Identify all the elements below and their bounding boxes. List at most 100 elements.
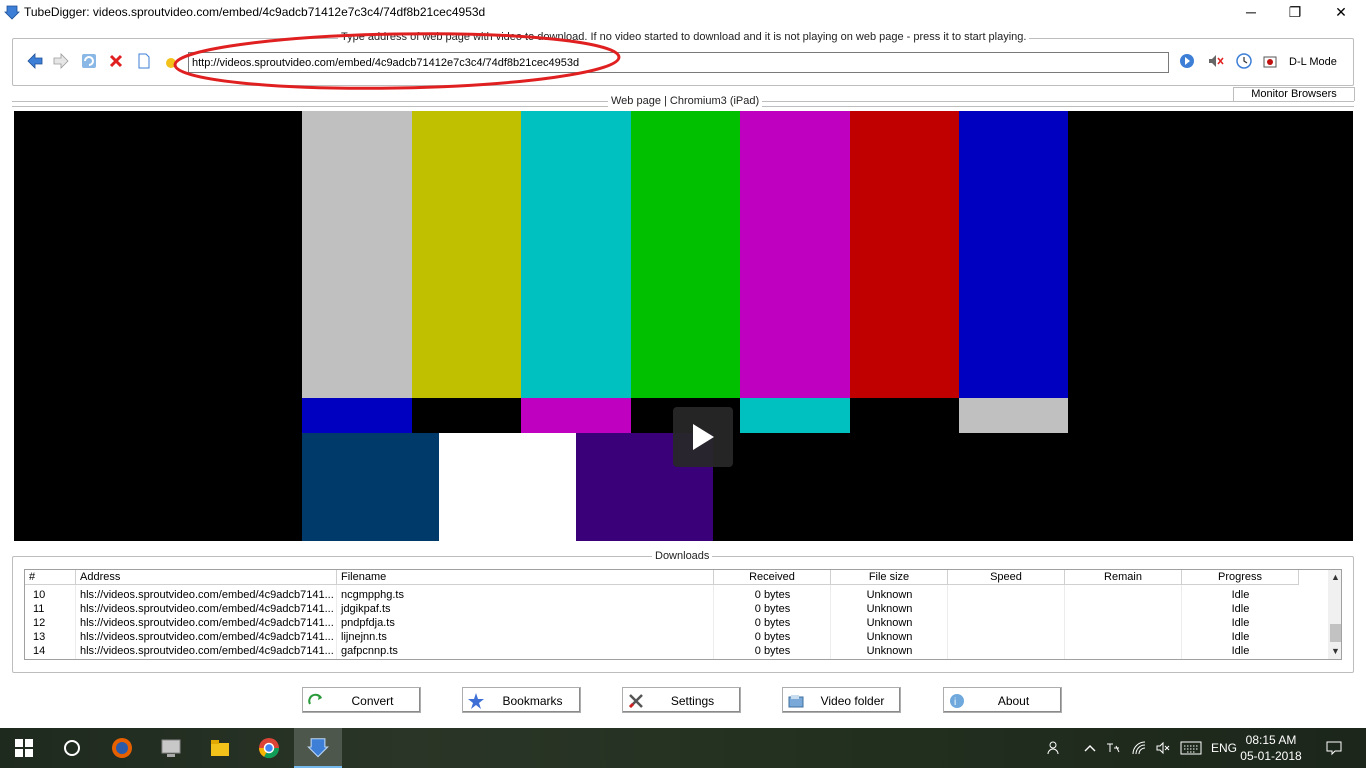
web-page-label: Web page | Chromium3 (iPad) (608, 95, 763, 107)
title-bar: TubeDigger: videos.sproutvideo.com/embed… (0, 0, 1366, 24)
chrome-icon[interactable] (245, 728, 293, 768)
go-icon[interactable] (1178, 52, 1196, 70)
column-header[interactable]: Speed (948, 570, 1065, 585)
windows-start-icon[interactable] (0, 728, 48, 768)
color-bar-mid (521, 398, 631, 433)
play-button[interactable] (673, 407, 733, 467)
table-cell-progress: Idle (1231, 603, 1250, 615)
table-cell-size: Unknown (866, 603, 913, 615)
column-header[interactable]: # (25, 570, 76, 585)
wifi-icon[interactable] (1128, 728, 1150, 768)
column-header[interactable]: Received (714, 570, 831, 585)
restore-button[interactable]: ❐ (1272, 0, 1318, 24)
minimize-button[interactable]: ─ (1228, 0, 1274, 24)
table-cell-size: Unknown (866, 617, 913, 629)
convert-button[interactable]: Convert (302, 687, 421, 713)
table-cell-speed (948, 588, 1065, 602)
column-header[interactable]: Progress (1182, 570, 1299, 585)
color-bar-bottom (713, 433, 1066, 541)
clock-icon[interactable] (1235, 52, 1253, 70)
dl-mode-button[interactable]: D-L Mode (1262, 52, 1337, 72)
scroll-down-arrow-icon[interactable]: ▼ (1328, 644, 1341, 659)
column-header[interactable]: Filename (337, 570, 714, 585)
table-row[interactable]: 13 hls://videos.sproutvideo.com/embed/4c9… (25, 630, 1325, 644)
table-cell-progress: Idle (1231, 589, 1250, 601)
table-cell-filename: pndpfdja.ts (341, 617, 395, 629)
table-cell-num: 14 (33, 645, 46, 657)
record-icon (1263, 56, 1277, 68)
color-bar-mid (849, 398, 959, 433)
table-cell-size: Unknown (866, 645, 913, 657)
chevron-up-icon[interactable] (1080, 728, 1100, 768)
clock[interactable]: 08:15 AM 05-01-2018 (1236, 732, 1306, 764)
table-cell-remain (1065, 630, 1182, 644)
table-row[interactable]: 10 hls://videos.sproutvideo.com/embed/4c9… (25, 588, 1325, 602)
column-header[interactable]: File size (831, 570, 948, 585)
table-cell-num: 12 (33, 617, 46, 629)
table-row[interactable]: 11 hls://videos.sproutvideo.com/embed/4c9… (25, 602, 1325, 616)
star-icon (468, 693, 484, 709)
table-cell-filename: ncgmpphg.ts (341, 589, 404, 601)
stop-icon[interactable] (107, 52, 125, 70)
bookmarks-button[interactable]: Bookmarks (462, 687, 581, 713)
about-icon: i (950, 694, 964, 708)
tubedigger-icon[interactable] (294, 728, 342, 768)
volume-mute-icon[interactable] (1152, 728, 1174, 768)
color-bar-mid (302, 398, 412, 433)
video-folder-button[interactable]: Video folder (782, 687, 901, 713)
settings-button[interactable]: Settings (622, 687, 741, 713)
keyboard-icon[interactable] (1178, 728, 1204, 768)
table-cell-remain (1065, 616, 1182, 630)
table-cell-progress: Idle (1231, 645, 1250, 657)
color-bar-mid (958, 398, 1068, 433)
annotation-circle (173, 32, 621, 90)
table-cell-received: 0 bytes (754, 617, 791, 629)
back-icon[interactable] (26, 52, 44, 70)
about-button[interactable]: i About (943, 687, 1062, 713)
scroll-thumb[interactable] (1330, 624, 1341, 642)
color-bar-top (411, 111, 521, 398)
taskbar: ENG 08:15 AM 05-01-2018 (0, 728, 1366, 768)
table-cell-address: hls://videos.sproutvideo.com/embed/4c9ad… (80, 617, 334, 629)
column-header[interactable]: Address (76, 570, 337, 585)
table-cell-num: 11 (33, 603, 45, 615)
table-cell-num: 13 (33, 631, 46, 643)
table-cell-speed (948, 602, 1065, 616)
people-icon[interactable] (1044, 728, 1066, 768)
color-bar-top (521, 111, 631, 398)
file-explorer-icon[interactable] (196, 728, 244, 768)
downloads-table: # Address Filename Received File size Speed Re… (24, 569, 1342, 660)
about-label: About (997, 694, 1030, 708)
forward-icon[interactable] (52, 52, 70, 70)
table-cell-speed (948, 616, 1065, 630)
refresh-icon[interactable] (80, 52, 98, 70)
color-bar-mid (411, 398, 521, 433)
color-bar-top (849, 111, 959, 398)
close-button[interactable]: ✕ (1318, 0, 1364, 24)
color-bar-mid (740, 398, 850, 433)
video-player[interactable] (14, 111, 1353, 541)
firefox-icon[interactable] (98, 728, 146, 768)
notification-icon[interactable] (1322, 728, 1346, 768)
mute-icon[interactable] (1207, 52, 1225, 70)
color-bar-top (630, 111, 740, 398)
table-row[interactable]: 12 hls://videos.sproutvideo.com/embed/4c9… (25, 616, 1325, 630)
scroll-up-arrow-icon[interactable]: ▲ (1328, 570, 1341, 585)
settings-label: Settings (670, 694, 715, 708)
computer-icon[interactable] (147, 728, 195, 768)
convert-icon (308, 693, 322, 705)
table-cell-address: hls://videos.sproutvideo.com/embed/4c9ad… (80, 589, 334, 601)
monitor-browsers-tab[interactable]: Monitor Browsers (1233, 87, 1355, 101)
table-row[interactable]: 14 hls://videos.sproutvideo.com/embed/4c9… (25, 644, 1325, 658)
table-cell-address: hls://videos.sproutvideo.com/embed/4c9ad… (80, 603, 334, 615)
table-cell-remain (1065, 602, 1182, 616)
color-bar-top (740, 111, 850, 398)
table-cell-filename: lijnejnn.ts (341, 631, 387, 643)
cortana-icon[interactable] (48, 728, 96, 768)
table-cell-received: 0 bytes (754, 645, 791, 657)
input-method-icon[interactable] (1102, 728, 1124, 768)
table-scrollbar[interactable]: ▲ ▼ (1328, 570, 1341, 659)
page-icon[interactable] (135, 52, 153, 70)
table-cell-remain (1065, 588, 1182, 602)
column-header[interactable]: Remain (1065, 570, 1182, 585)
